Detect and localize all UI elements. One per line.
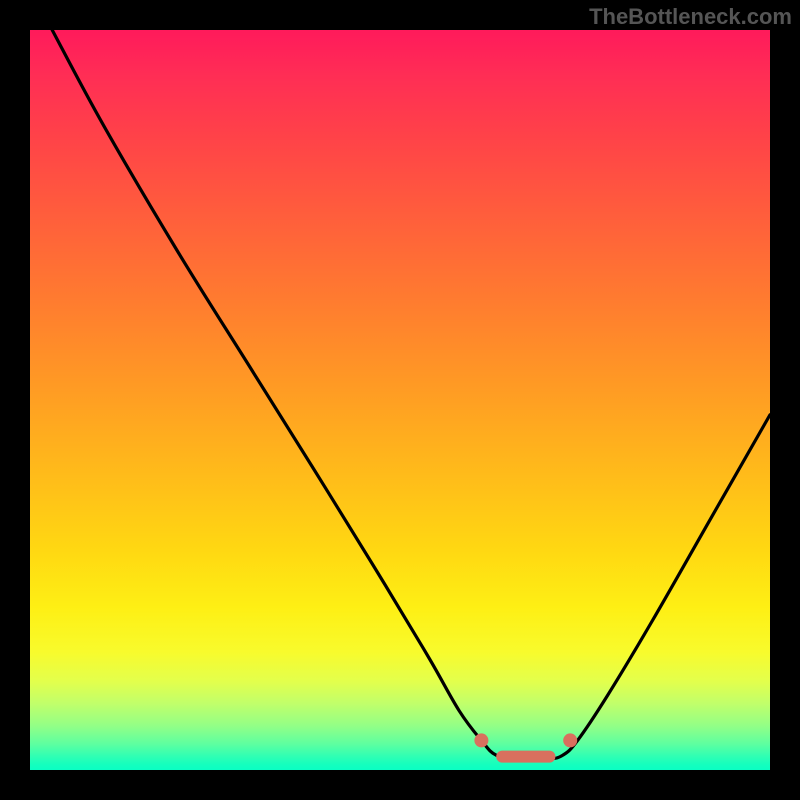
bottleneck-curve	[52, 30, 770, 759]
chart-svg	[30, 30, 770, 770]
curve-marker-pill	[496, 751, 555, 763]
curve-marker-left	[474, 733, 488, 747]
watermark-text: TheBottleneck.com	[589, 4, 792, 30]
chart-plot-area	[30, 30, 770, 770]
curve-marker-right	[563, 733, 577, 747]
